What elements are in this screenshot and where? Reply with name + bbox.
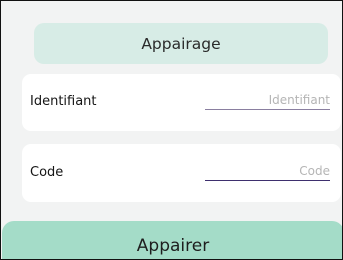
identifiant-input[interactable] xyxy=(205,93,330,110)
identifiant-label: Identifiant xyxy=(30,94,97,109)
code-input[interactable] xyxy=(205,164,330,181)
pairing-screen: Appairage Identifiant Code Appairer xyxy=(0,0,343,260)
code-card: Code xyxy=(22,144,341,202)
code-label: Code xyxy=(30,165,64,180)
identifiant-card: Identifiant xyxy=(22,74,341,131)
pair-button[interactable]: Appairer xyxy=(2,221,342,259)
page-title: Appairage xyxy=(34,23,328,64)
